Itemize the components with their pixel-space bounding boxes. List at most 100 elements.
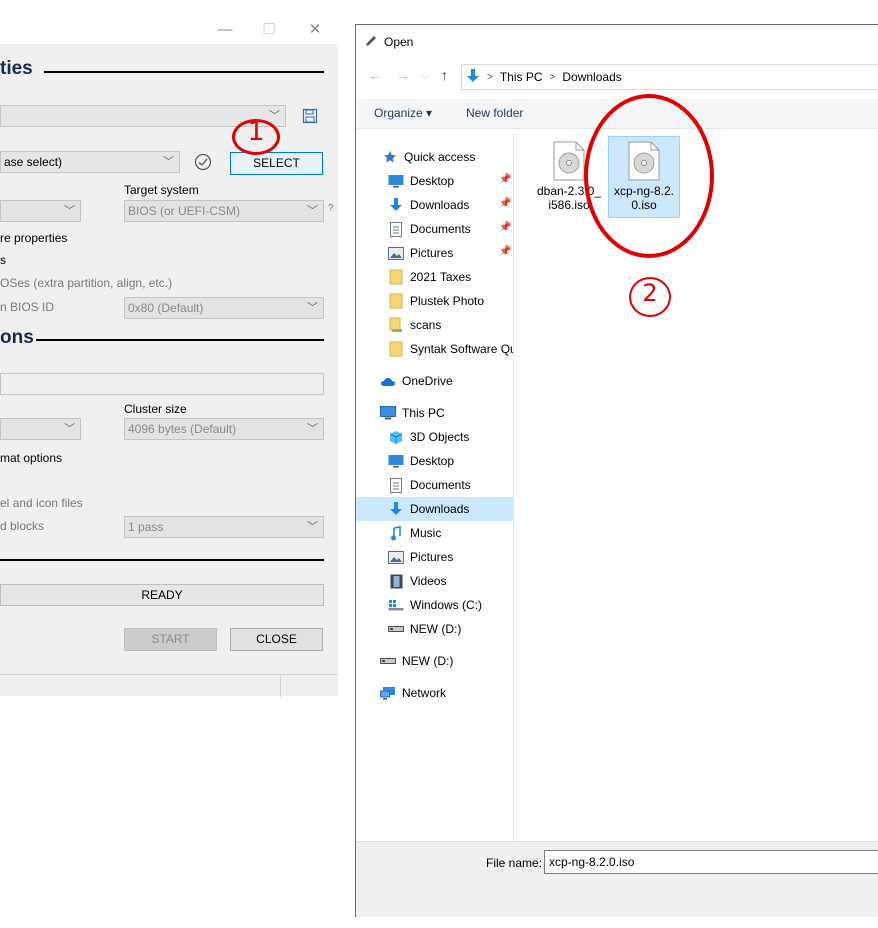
help-icon[interactable]: ? (328, 203, 334, 214)
pin-icon: 📌 (499, 198, 512, 209)
status-rule (0, 559, 324, 561)
target-system-value: BIOS (or UEFI-CSM) (128, 204, 241, 218)
nav-music[interactable]: Music (356, 521, 513, 545)
nav-label: Music (410, 526, 442, 540)
cluster-size-combo[interactable]: 4096 bytes (Default) ﹀ (124, 418, 324, 440)
back-arrow-icon[interactable]: ← (368, 67, 382, 83)
nav-network[interactable]: Network (356, 681, 513, 705)
chevron-down-icon: ﹀ (307, 205, 318, 217)
footer-separator (280, 675, 281, 697)
nav-folder-taxes[interactable]: 2021 Taxes (356, 265, 513, 289)
downloads-icon (388, 197, 404, 213)
recent-chevron-icon[interactable]: ⌵ (422, 71, 429, 82)
computer-icon (380, 405, 396, 421)
nav-videos[interactable]: Videos (356, 569, 513, 593)
usb-drive-icon (380, 653, 396, 669)
organize-button[interactable]: Organize ▾ (374, 106, 432, 120)
passes-combo[interactable]: 1 pass ﹀ (124, 516, 324, 538)
nav-folder-scans[interactable]: scans (356, 313, 513, 337)
select-button[interactable]: SELECT (230, 152, 323, 175)
nav-new-d-root[interactable]: NEW (D:) (356, 649, 513, 673)
film-icon (388, 573, 404, 589)
nav-label: 3D Objects (410, 430, 470, 444)
breadcrumb-downloads[interactable]: Downloads (562, 70, 621, 84)
start-button[interactable]: START (124, 628, 217, 651)
folder-icon (388, 317, 404, 333)
minimize-button[interactable]: — (215, 20, 235, 40)
hide-properties-toggle[interactable]: re properties (0, 231, 67, 245)
address-bar[interactable]: > This PC > Downloads (461, 64, 878, 90)
nav-onedrive[interactable]: OneDrive (356, 369, 513, 393)
target-system-combo[interactable]: BIOS (or UEFI-CSM) ﹀ (124, 200, 324, 222)
nav-folder-syntak[interactable]: Syntak Software Qu (356, 337, 513, 361)
cluster-size-value: 4096 bytes (Default) (128, 422, 237, 436)
advanced-format-toggle[interactable]: mat options (0, 451, 62, 465)
format-options-heading: ons (0, 327, 34, 348)
nav-label: Documents (410, 222, 471, 236)
file-name-input[interactable]: xcp-ng-8.2.0.iso (544, 850, 878, 874)
partition-scheme-combo[interactable]: ﹀ (0, 200, 81, 222)
nav-label: Windows (C:) (410, 598, 483, 612)
desktop-icon (388, 173, 404, 189)
nav-folder-plustek[interactable]: Plustek Photo (356, 289, 513, 313)
check-circle-icon[interactable] (194, 153, 212, 174)
nav-new-d[interactable]: NEW (D:) (356, 617, 513, 641)
nav-this-pc[interactable]: This PC (356, 401, 513, 425)
status-text: READY (141, 588, 183, 602)
boot-selection-combo[interactable]: ase select) ﹀ (0, 151, 180, 173)
extended-label-label: el and icon files (0, 496, 83, 510)
up-arrow-icon[interactable]: ↑ (441, 67, 448, 83)
nav-label: This PC (402, 406, 445, 420)
address-row: ← → ⌵ ↑ > This PC > Downloads (356, 63, 878, 91)
chevron-down-icon: ﹀ (64, 205, 75, 217)
downloads-icon (388, 501, 404, 517)
rufus-window: — ☐ ✕ ties ﹀ ase select) ﹀ SELECT Target … (0, 0, 338, 697)
new-folder-button[interactable]: New folder (466, 106, 523, 120)
boot-selection-value: ase select) (4, 155, 63, 169)
volume-label-input[interactable] (0, 373, 324, 395)
nav-label: NEW (D:) (402, 654, 454, 668)
disc-image-icon (553, 141, 585, 181)
nav-label: Network (402, 686, 447, 700)
bios-id-combo[interactable]: 0x80 (Default) ﹀ (124, 297, 324, 319)
nav-qa-downloads[interactable]: Downloads 📌 (356, 193, 513, 217)
breadcrumb-separator: > (487, 71, 493, 83)
close-button[interactable]: CLOSE (230, 628, 323, 651)
pen-icon (364, 34, 378, 51)
file-system-combo[interactable]: ﹀ (0, 418, 81, 440)
navigation-pane: Quick access Desktop 📌 Downloads 📌 Documen… (356, 133, 514, 841)
nav-pc-downloads[interactable]: Downloads (356, 497, 513, 521)
nav-quick-access[interactable]: Quick access (356, 145, 513, 169)
target-system-label: Target system (124, 183, 199, 197)
breadcrumb-this-pc[interactable]: This PC (500, 70, 543, 84)
forward-arrow-icon[interactable]: → (396, 67, 410, 83)
bios-id-value: 0x80 (Default) (128, 301, 204, 315)
nav-label: scans (410, 318, 442, 332)
nav-windows-c[interactable]: Windows (C:) (356, 593, 513, 617)
nav-qa-desktop[interactable]: Desktop 📌 (356, 169, 513, 193)
folder-icon (388, 293, 404, 309)
dialog-bottom-bar: File name: xcp-ng-8.2.0.iso (356, 841, 878, 917)
nav-label: Pictures (410, 550, 454, 564)
nav-label: 2021 Taxes (410, 270, 472, 284)
nav-pc-desktop[interactable]: Desktop (356, 449, 513, 473)
bios-fixes-label: OSes (extra partition, align, etc.) (0, 276, 173, 290)
nav-label: Downloads (410, 502, 470, 516)
maximize-button[interactable]: ☐ (259, 20, 279, 40)
windows-drive-icon (388, 597, 404, 613)
nav-qa-pictures[interactable]: Pictures 📌 (356, 241, 513, 265)
dialog-titlebar: Open (364, 33, 413, 51)
nav-pc-documents[interactable]: Documents (356, 473, 513, 497)
nav-pc-pictures[interactable]: Pictures (356, 545, 513, 569)
file-name-label: File name: (486, 856, 543, 870)
chevron-down-icon: ﹀ (307, 423, 318, 435)
nav-qa-documents[interactable]: Documents 📌 (356, 217, 513, 241)
dialog-title: Open (384, 35, 414, 49)
nav-3d-objects[interactable]: 3D Objects (356, 425, 513, 449)
cluster-size-label: Cluster size (124, 402, 187, 416)
save-icon[interactable] (302, 108, 318, 127)
close-window-button[interactable]: ✕ (305, 20, 325, 40)
chevron-down-icon: ﹀ (307, 302, 318, 314)
drive-properties-heading: ties (0, 58, 33, 79)
pictures-icon (388, 245, 404, 261)
